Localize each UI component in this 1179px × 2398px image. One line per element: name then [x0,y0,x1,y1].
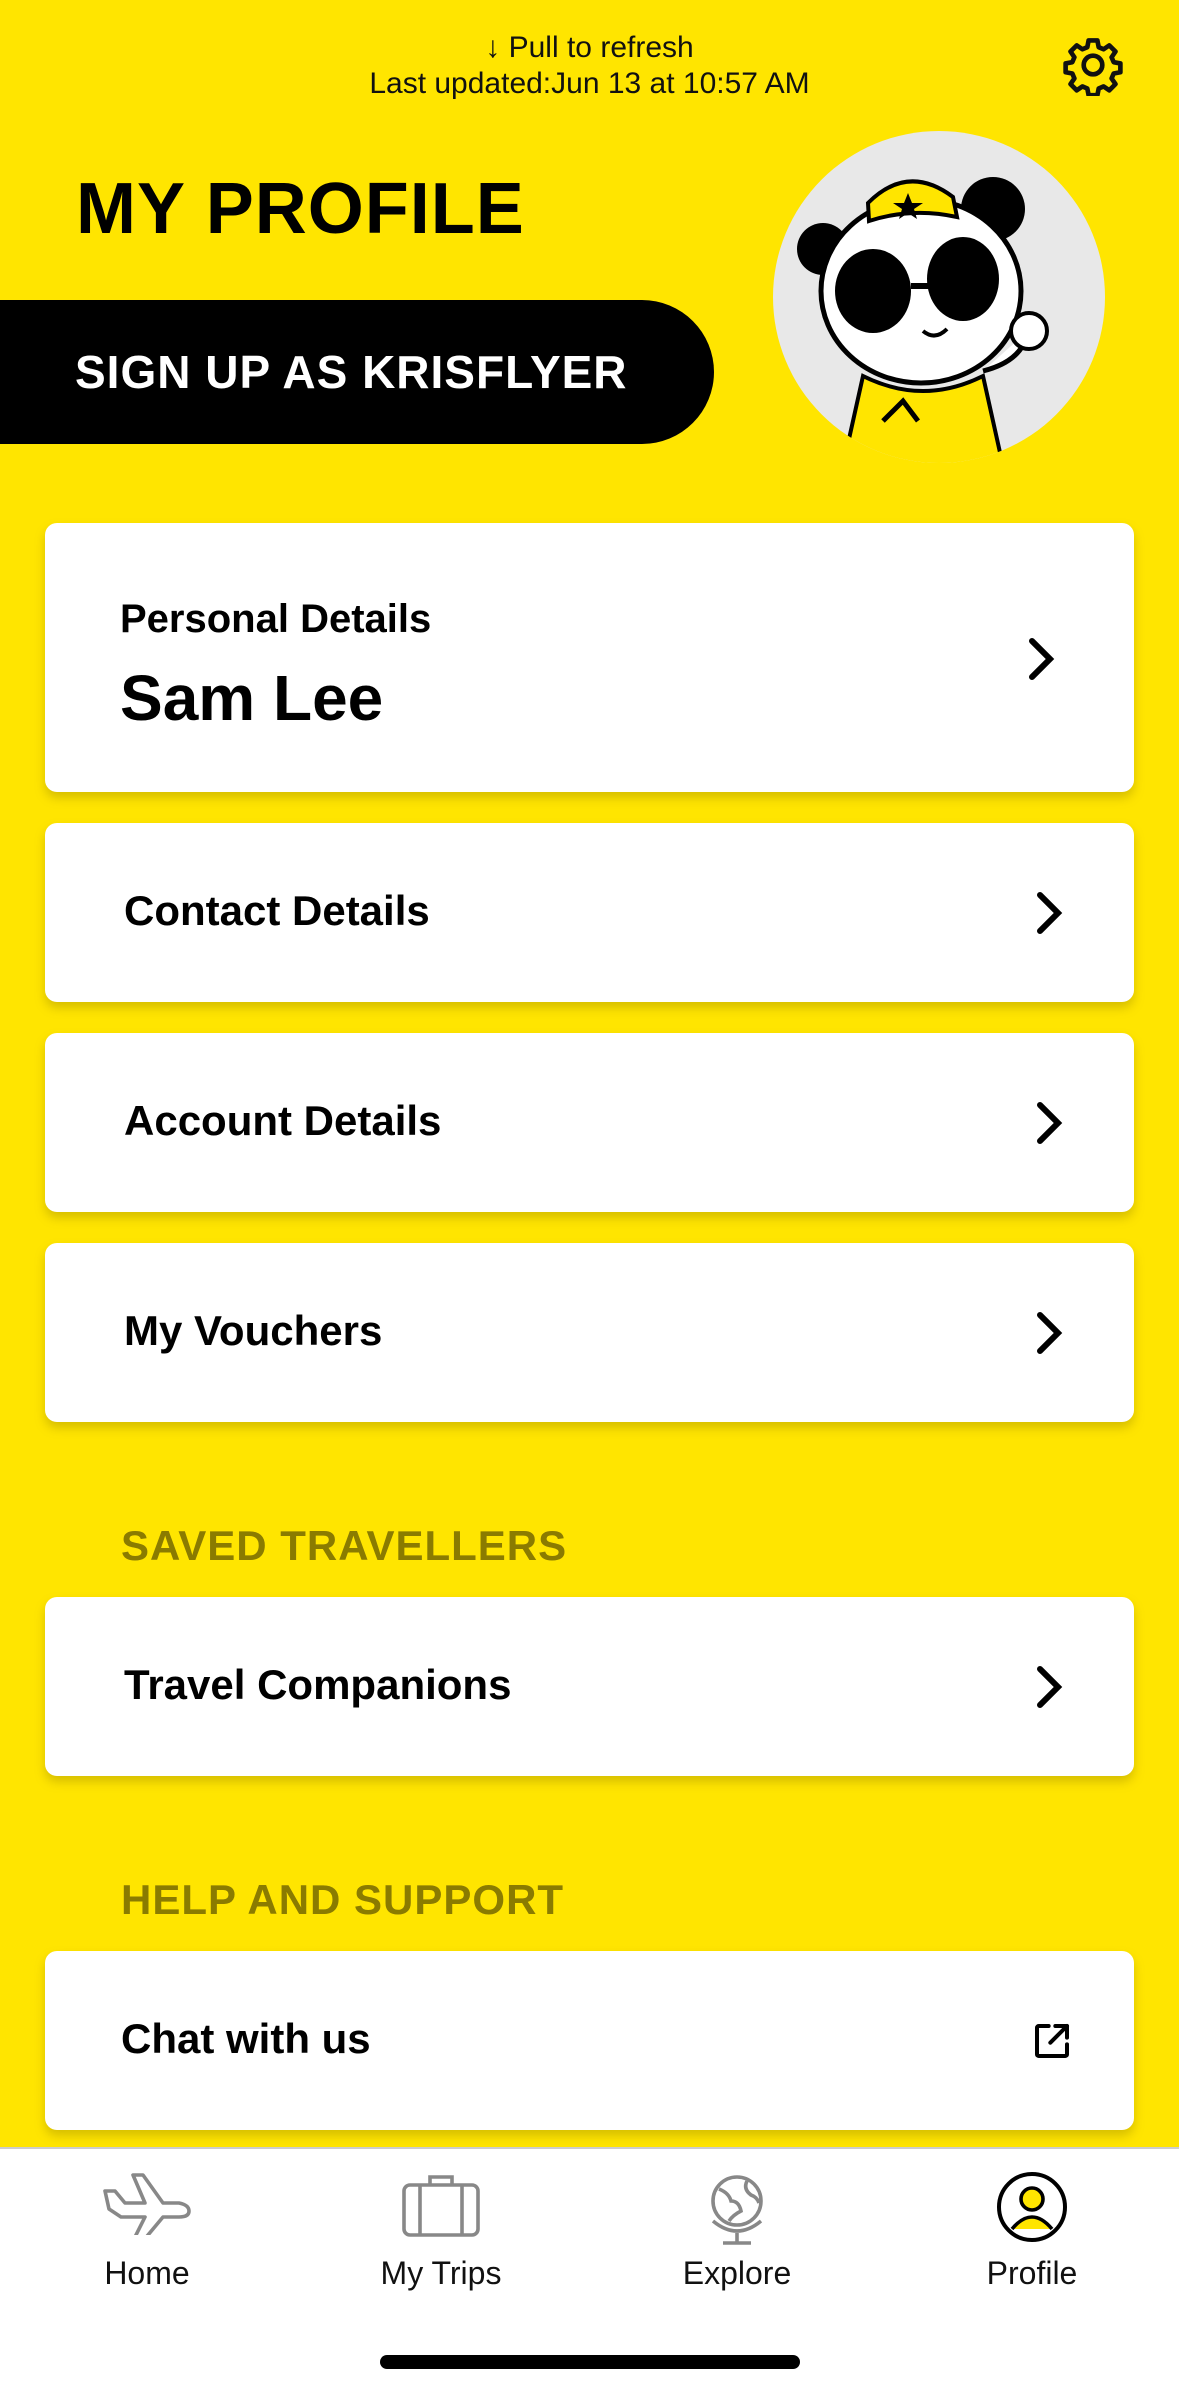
chat-with-us-label: Chat with us [121,2015,371,2062]
panda-mascot-icon [797,177,1049,463]
chevron-right-icon [1037,1312,1063,1354]
chat-with-us-item[interactable]: Chat with us [45,1951,1134,2130]
pull-to-refresh-hint: ↓ Pull to refresh [485,31,694,64]
suitcase-icon [402,2175,480,2237]
account-details-item[interactable]: Account Details [45,1033,1134,1212]
contact-details-label: Contact Details [124,887,430,934]
plane-icon [103,2173,191,2235]
page-title: MY PROFILE [76,169,525,249]
tab-profile-label: Profile [986,2255,1078,2291]
account-details-label: Account Details [124,1097,442,1144]
tab-explore[interactable]: Explore [590,2149,884,2299]
last-updated-text: Last updated:Jun 13 at 10:57 AM [369,67,810,100]
tab-my-trips-label: My Trips [380,2255,502,2291]
chevron-right-icon [1037,1102,1063,1144]
profile-icon [997,2172,1067,2242]
signup-krisflyer-button[interactable]: SIGN UP AS KRISFLYER [0,300,714,444]
chevron-right-icon [1037,1666,1063,1708]
tab-explore-label: Explore [682,2255,792,2291]
tab-home[interactable]: Home [0,2149,294,2299]
help-support-heading: HELP AND SUPPORT [121,1876,565,1923]
saved-travellers-heading: SAVED TRAVELLERS [121,1522,568,1569]
travel-companions-item[interactable]: Travel Companions [45,1597,1134,1776]
mascot-avatar [773,131,1105,463]
my-vouchers-label: My Vouchers [124,1307,383,1354]
home-indicator [380,2355,800,2369]
my-vouchers-item[interactable]: My Vouchers [45,1243,1134,1422]
profile-name: Sam Lee [120,662,384,734]
chevron-right-icon [1029,638,1055,680]
tab-my-trips[interactable]: My Trips [294,2149,588,2299]
tab-home-label: Home [104,2255,190,2291]
refresh-status: ↓ Pull to refresh Last updated:Jun 13 at… [0,30,1179,102]
personal-details-card[interactable]: Personal Details Sam Lee [45,523,1134,792]
chevron-right-icon [1037,892,1063,934]
personal-details-label: Personal Details [120,597,432,641]
gear-icon[interactable] [1062,34,1124,96]
contact-details-item[interactable]: Contact Details [45,823,1134,1002]
external-link-icon [1035,2024,1069,2058]
globe-icon [711,2175,763,2245]
travel-companions-label: Travel Companions [124,1661,512,1708]
tab-profile[interactable]: Profile [885,2149,1179,2299]
